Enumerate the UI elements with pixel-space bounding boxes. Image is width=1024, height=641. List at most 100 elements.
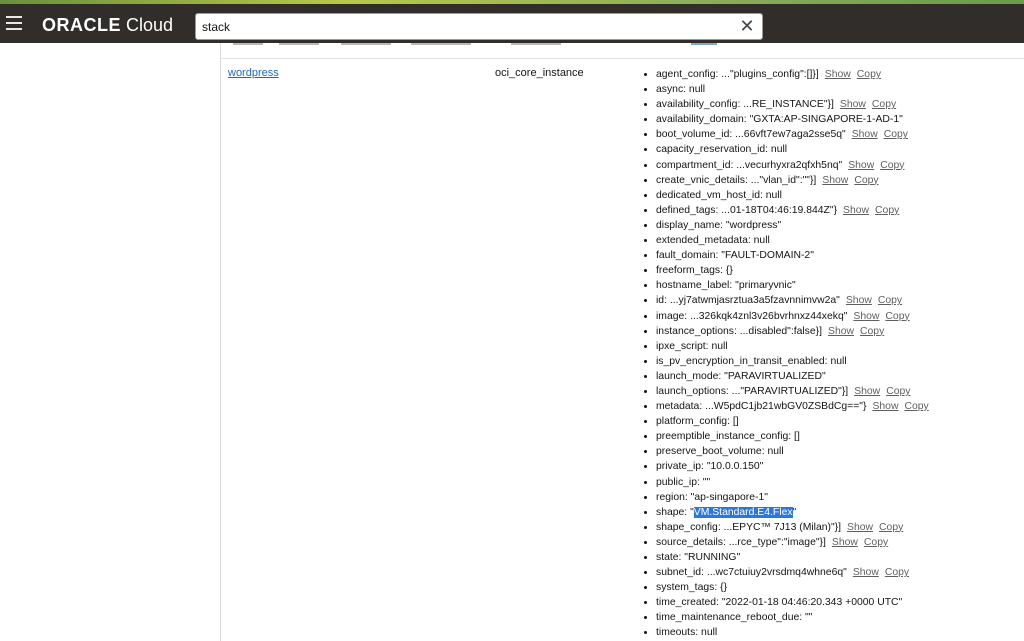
attribute-item: region: "ap-singapore-1": [656, 490, 929, 505]
attribute-text: instance_options: ...disabled":false}]: [656, 325, 823, 337]
show-link[interactable]: Show: [840, 99, 866, 110]
show-link[interactable]: Show: [828, 326, 854, 337]
copy-link[interactable]: Copy: [904, 401, 928, 412]
clear-search-icon[interactable]: ✕: [738, 16, 756, 36]
copy-link[interactable]: Copy: [878, 295, 902, 306]
attribute-item: availability_domain: "GXTA:AP-SINGAPORE-…: [656, 112, 929, 127]
attribute-text: launch_options: ..."PARAVIRTUALIZED"}]: [656, 385, 849, 397]
attribute-item: is_pv_encryption_in_transit_enabled: nul…: [656, 354, 929, 369]
attribute-text: extended_metadata: null: [656, 235, 770, 247]
show-link[interactable]: Show: [832, 537, 858, 548]
attribute-text: capacity_reservation_id: null: [656, 144, 788, 156]
attribute-text: ipxe_script: null: [656, 340, 728, 352]
attribute-text: preemptible_instance_config: []: [656, 431, 800, 443]
row-divider: [221, 58, 1024, 59]
attribute-item: private_ip: "10.0.0.150": [656, 459, 929, 474]
selected-text[interactable]: VM.Standard.E4.Flex: [693, 506, 793, 518]
attribute-text-end: ": [792, 506, 797, 518]
attribute-item: capacity_reservation_id: null: [656, 142, 929, 157]
attribute-text: launch_mode: "PARAVIRTUALIZED": [656, 370, 826, 382]
show-link[interactable]: Show: [848, 160, 874, 171]
search-input[interactable]: [202, 17, 722, 36]
attribute-item: time_maintenance_reboot_due: "": [656, 610, 929, 625]
attribute-item: time_created: "2022-01-18 04:46:20.343 +…: [656, 595, 929, 610]
attribute-item: preemptible_instance_config: []: [656, 429, 929, 444]
attribute-text: region: "ap-singapore-1": [656, 491, 768, 503]
attribute-text: private_ip: "10.0.0.150": [656, 461, 764, 473]
attribute-item: ipxe_script: null: [656, 339, 929, 354]
attribute-item: agent_config: ..."plugins_config":[]}] Sh…: [656, 67, 929, 82]
attribute-text: availability_domain: "GXTA:AP-SINGAPORE-…: [656, 114, 903, 126]
attribute-text: source_details: ...rce_type":"image"}]: [656, 536, 826, 548]
attribute-item: launch_mode: "PARAVIRTUALIZED": [656, 369, 929, 384]
attribute-text: freeform_tags: {}: [656, 265, 733, 277]
attribute-text: timeouts: null: [656, 627, 718, 639]
oracle-cloud-logo[interactable]: ORACLE Cloud: [42, 15, 173, 35]
attribute-item: display_name: "wordpress": [656, 218, 929, 233]
hamburger-menu-icon[interactable]: [6, 16, 22, 30]
copy-link[interactable]: Copy: [875, 205, 899, 216]
attribute-item: shape_config: ...EPYC™ 7J13 (Milan)"}] Sh…: [656, 520, 929, 535]
attribute-text: image: ...326kqk4znl3v26bvrhnxz44xekq": [656, 310, 848, 322]
copy-link[interactable]: Copy: [880, 160, 904, 171]
copy-link[interactable]: Copy: [884, 129, 908, 140]
show-link[interactable]: Show: [854, 386, 880, 397]
attribute-item: id: ...yj7atwmjasrztua3a5fzavnnimvw2a" Sh…: [656, 293, 929, 308]
show-link[interactable]: Show: [843, 205, 869, 216]
attribute-text: subnet_id: ...wc7ctuiuy2vrsdmq4whne6q": [656, 567, 847, 579]
resource-name-link[interactable]: wordpress: [228, 67, 279, 79]
show-link[interactable]: Show: [853, 311, 879, 322]
show-link[interactable]: Show: [846, 295, 872, 306]
attribute-item: metadata: ...W5pdC1jb21wbGV0ZSBdCg=="} Sh…: [656, 399, 929, 414]
search-box: ✕: [195, 13, 763, 40]
show-link[interactable]: Show: [825, 69, 851, 80]
attribute-item: preserve_boot_volume: null: [656, 444, 929, 459]
attribute-item: instance_options: ...disabled":false}] Sh…: [656, 324, 929, 339]
attribute-text: async: null: [656, 84, 706, 96]
show-link[interactable]: Show: [872, 401, 898, 412]
attribute-text: availability_config: ...RE_INSTANCE"}]: [656, 99, 834, 111]
copy-link[interactable]: Copy: [854, 175, 878, 186]
copy-link[interactable]: Copy: [864, 537, 888, 548]
attribute-text: shape_config: ...EPYC™ 7J13 (Milan)"}]: [656, 521, 842, 533]
attribute-text: id: ...yj7atwmjasrztua3a5fzavnnimvw2a": [656, 295, 840, 307]
attribute-item: public_ip: "": [656, 475, 929, 490]
resource-table: wordpress oci_core_instance agent_config…: [221, 43, 1024, 641]
copy-link[interactable]: Copy: [879, 522, 903, 533]
copy-link[interactable]: Copy: [872, 99, 896, 110]
copy-link[interactable]: Copy: [860, 326, 884, 337]
left-sidebar: [0, 43, 221, 641]
attribute-item: system_tags: {}: [656, 580, 929, 595]
attribute-text: hostname_label: "primaryvnic": [656, 280, 796, 292]
copy-link[interactable]: Copy: [885, 567, 909, 578]
attribute-text: public_ip: "": [656, 476, 711, 488]
attribute-item: boot_volume_id: ...66vft7ew7aga2sse5q" Sh…: [656, 127, 929, 142]
attribute-item: state: "RUNNING": [656, 550, 929, 565]
show-link[interactable]: Show: [852, 129, 878, 140]
copy-link[interactable]: Copy: [885, 311, 909, 322]
resource-type: oci_core_instance: [495, 67, 584, 79]
copy-link[interactable]: Copy: [857, 69, 881, 80]
app-header: ORACLE Cloud ✕: [0, 4, 1024, 43]
attribute-text: state: "RUNNING": [656, 552, 741, 563]
copy-link[interactable]: Copy: [886, 386, 910, 397]
attribute-item: compartment_id: ...vecurhyxra2qfxh5nq" Sh…: [656, 158, 929, 173]
attribute-item: extended_metadata: null: [656, 233, 929, 248]
attribute-item: shape: "VM.Standard.E4.Flex": [656, 505, 929, 520]
attribute-item: source_details: ...rce_type":"image"}] Sh…: [656, 535, 929, 550]
attribute-text: boot_volume_id: ...66vft7ew7aga2sse5q": [656, 129, 846, 141]
attribute-text: display_name: "wordpress": [656, 219, 782, 231]
attribute-text: shape: ": [656, 506, 694, 518]
attribute-text: preserve_boot_volume: null: [656, 446, 784, 458]
show-link[interactable]: Show: [853, 567, 879, 578]
attribute-item: platform_config: []: [656, 414, 929, 429]
attribute-text: create_vnic_details: ..."vlan_id":""}]: [656, 174, 817, 186]
previous-row-cut-off: [221, 43, 1024, 49]
attribute-item: freeform_tags: {}: [656, 263, 929, 278]
attribute-text: platform_config: []: [656, 416, 739, 428]
attribute-text: time_created: "2022-01-18 04:46:20.343 +…: [656, 597, 903, 609]
attribute-list: agent_config: ..."plugins_config":[]}] Sh…: [637, 67, 929, 641]
attribute-text: system_tags: {}: [656, 582, 728, 594]
show-link[interactable]: Show: [847, 522, 873, 533]
show-link[interactable]: Show: [822, 175, 848, 186]
